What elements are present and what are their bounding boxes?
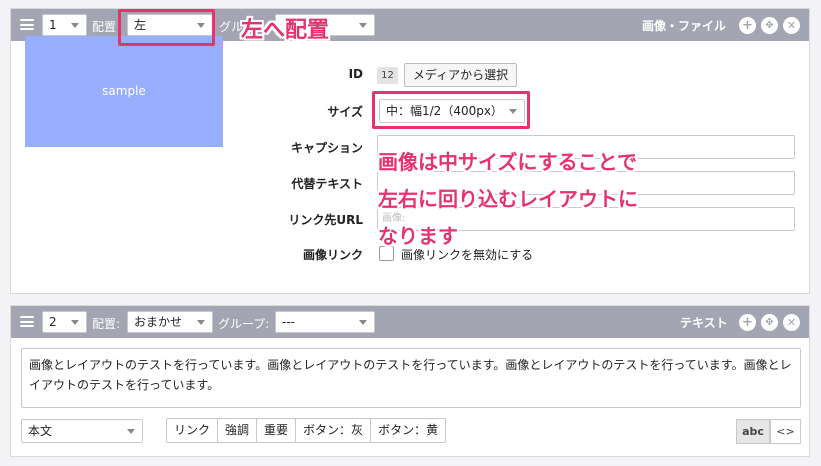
gray-button-button[interactable]: ボタン：灰: [296, 419, 372, 442]
size-annotation-line3: なります: [378, 224, 458, 248]
placement-annotation: 左へ配置: [241, 18, 330, 43]
caption-label: キャプション: [290, 141, 363, 155]
image-link-label: 画像リンク: [302, 248, 363, 262]
group-select[interactable]: ---: [275, 311, 375, 333]
group-label: グループ:: [218, 317, 270, 331]
size-highlight: [372, 91, 530, 129]
chevron-down-icon: [359, 320, 367, 325]
link-button[interactable]: リンク: [167, 419, 219, 442]
id-value: 12: [377, 67, 398, 84]
code-toggle[interactable]: <>: [770, 419, 801, 444]
link-url-label: リンク先URL: [288, 213, 363, 227]
block-title: 画像・ファイル: [642, 19, 727, 33]
chevron-down-icon: [71, 23, 79, 28]
alt-text-label: 代替テキスト: [291, 177, 363, 191]
order-select[interactable]: 1: [42, 14, 87, 36]
text-style-value: 本文: [28, 424, 53, 438]
media-select-button[interactable]: メディアから選択: [404, 63, 517, 87]
abc-toggle[interactable]: abc: [736, 419, 770, 444]
important-button[interactable]: 重要: [257, 419, 297, 442]
size-label: サイズ: [327, 105, 363, 119]
size-annotation-line1: 画像は中サイズにすることで: [378, 150, 637, 174]
chevron-down-icon: [127, 429, 135, 434]
size-annotation-line2: 左右に回り込むレイアウトに: [378, 187, 638, 211]
sample-image: sample: [25, 36, 223, 147]
move-icon[interactable]: ✥: [761, 314, 778, 331]
placement-highlight: [118, 9, 215, 46]
chevron-down-icon: [359, 23, 367, 28]
group-label: グル: [219, 20, 244, 34]
move-icon[interactable]: ✥: [761, 17, 778, 34]
text-style-select[interactable]: 本文: [21, 419, 143, 443]
order-value: 2: [49, 315, 57, 329]
placement-value: おまかせ: [134, 315, 183, 329]
chevron-down-icon: [197, 320, 205, 325]
close-icon[interactable]: ✕: [783, 314, 800, 331]
placement-label: 配置:: [92, 317, 121, 331]
placement-label: 配置: [92, 20, 117, 34]
placement-select[interactable]: おまかせ: [127, 311, 213, 333]
chevron-down-icon: [71, 320, 79, 325]
order-value: 1: [49, 18, 57, 32]
hamburger-icon[interactable]: [20, 19, 34, 30]
text-body-textarea[interactable]: 画像とレイアウトのテストを行っています。画像とレイアウトのテストを行っています。…: [21, 348, 801, 408]
format-button-group: リンク 強調 重要 ボタン：灰 ボタン：黄: [166, 418, 447, 443]
close-icon[interactable]: ✕: [783, 17, 800, 34]
hamburger-icon[interactable]: [20, 316, 34, 327]
id-label: ID: [348, 67, 363, 81]
plus-icon[interactable]: +: [739, 314, 756, 331]
block-title: テキスト: [680, 316, 728, 330]
emphasis-button[interactable]: 強調: [218, 419, 258, 442]
order-select[interactable]: 2: [42, 311, 87, 333]
plus-icon[interactable]: +: [739, 17, 756, 34]
text-block: 2 配置: おまかせ グループ: --- テキスト + ✥ ✕ 画像とレイアウト…: [10, 305, 810, 457]
group-value: ---: [282, 315, 295, 329]
yellow-button-button[interactable]: ボタン：黄: [371, 419, 445, 442]
text-block-header: 2 配置: おまかせ グループ: --- テキスト + ✥ ✕: [11, 306, 809, 338]
